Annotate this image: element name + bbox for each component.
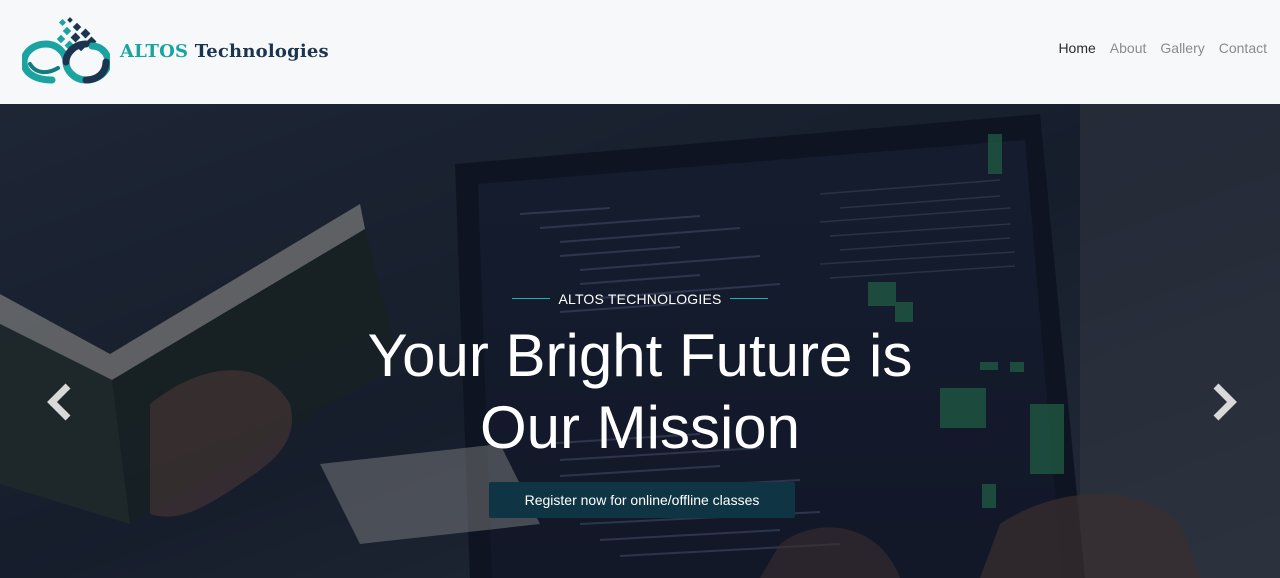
hero-eyebrow-text: ALTOS TECHNOLOGIES [558,290,722,307]
chevron-left-icon [47,383,71,421]
brand-name: ALTOS Technologies [120,41,329,62]
nav-link-gallery[interactable]: Gallery [1160,40,1204,56]
carousel-next-button[interactable] [1202,382,1242,422]
brand-name-part1: ALTOS [120,40,189,62]
hero-carousel: ALTOS TECHNOLOGIES Your Bright Future is… [0,104,1280,578]
hero-eyebrow-wrap: ALTOS TECHNOLOGIES [0,286,1280,307]
nav-link-home[interactable]: Home [1058,40,1095,56]
brand-name-part2: Technologies [194,40,329,62]
navbar: ALTOS Technologies Home About Gallery Co… [0,0,1280,104]
main-nav: Home About Gallery Contact [1058,40,1267,56]
nav-link-about[interactable]: About [1110,40,1147,56]
nav-link-contact[interactable]: Contact [1219,40,1267,56]
hero-eyebrow: ALTOS TECHNOLOGIES [512,290,768,307]
hero-headline-line2: Our Mission [479,394,801,461]
brand-logo-link[interactable]: ALTOS Technologies [22,16,329,86]
infinity-logo-icon [22,17,110,84]
eyebrow-line-left [512,298,551,299]
carousel-prev-button[interactable] [42,382,82,422]
hero-headline: Your Bright Future is Our Mission [0,320,1280,464]
hero-headline-line1: Your Bright Future is [367,322,913,389]
eyebrow-line-right [729,298,768,299]
register-button[interactable]: Register now for online/offline classes [489,482,795,518]
chevron-right-icon [1213,383,1237,421]
